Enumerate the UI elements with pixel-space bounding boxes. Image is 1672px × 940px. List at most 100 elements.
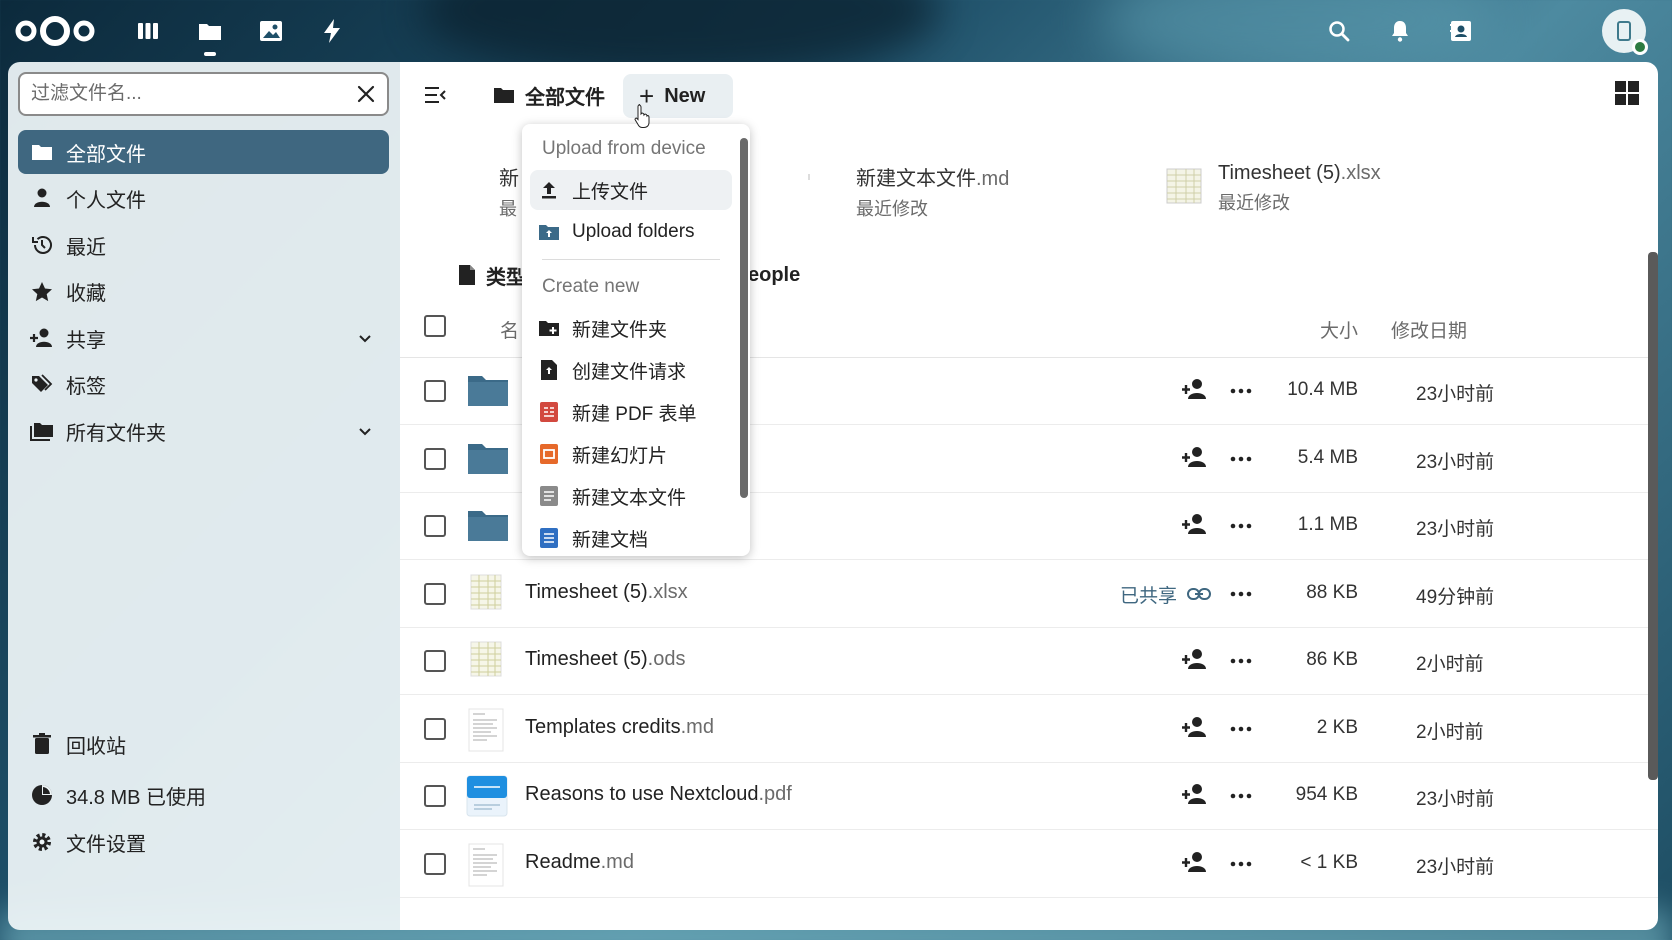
share-user-icon xyxy=(30,326,54,350)
more-actions-icon[interactable] xyxy=(1228,446,1254,472)
search-icon[interactable] xyxy=(1322,14,1356,48)
share-user-icon[interactable] xyxy=(1182,783,1208,809)
chevron-down-icon[interactable] xyxy=(355,421,375,441)
recent-file-card[interactable]: 新建文本文件.md 最近修改 xyxy=(802,162,1009,222)
file-name[interactable]: Timesheet (5).xlsx xyxy=(525,581,688,604)
file-modified-date: 23小时前 xyxy=(1416,519,1495,540)
row-checkbox[interactable] xyxy=(424,447,446,470)
row-checkbox[interactable] xyxy=(424,717,446,740)
recent-file-card[interactable]: 新 最 xyxy=(499,162,519,222)
row-checkbox[interactable] xyxy=(424,785,446,807)
nav-tags[interactable]: 标签 xyxy=(18,362,389,406)
toggle-navigation-icon[interactable] xyxy=(420,80,450,110)
recent-file-card[interactable]: Timesheet (5).xlsx 最近修改 xyxy=(1164,162,1381,222)
new-pdf-form-label: 新建 PDF 表单 xyxy=(572,403,697,425)
people-filter-chip[interactable]: eople xyxy=(748,258,800,292)
folder-upload-icon xyxy=(538,221,560,243)
row-checkbox[interactable] xyxy=(424,380,446,402)
share-user-icon[interactable] xyxy=(1182,716,1208,742)
breadcrumb-all-files[interactable]: 全部文件 xyxy=(493,78,605,112)
file-row[interactable]: Templates credits.md 2 KB 2小时前 xyxy=(400,696,1658,763)
sheet-file-icon xyxy=(466,640,510,682)
column-modified[interactable]: 修改日期 xyxy=(1391,316,1467,343)
more-actions-icon[interactable] xyxy=(1228,513,1254,539)
column-name[interactable]: 名 xyxy=(500,316,519,343)
clear-filter-icon[interactable] xyxy=(355,83,377,105)
row-checkbox[interactable] xyxy=(424,515,446,537)
type-filter-label: 类型 xyxy=(486,266,526,289)
share-user-icon[interactable] xyxy=(1182,648,1208,674)
photos-app-icon[interactable] xyxy=(254,14,288,48)
new-folder-item[interactable]: 新建文件夹 xyxy=(530,308,732,348)
pdf-file-icon xyxy=(466,775,510,817)
nav-personal-files[interactable]: 个人文件 xyxy=(18,176,389,220)
nav-shares[interactable]: 共享 xyxy=(18,316,389,360)
nav-all-files[interactable]: 全部文件 xyxy=(18,130,389,174)
shared-label: 已共享 xyxy=(1120,585,1178,607)
user-avatar[interactable] xyxy=(1602,9,1648,55)
recent-file-name: Timesheet (5).xlsx xyxy=(1218,162,1381,184)
select-all-checkbox[interactable] xyxy=(424,315,446,337)
file-modified-date: 23小时前 xyxy=(1416,384,1495,405)
new-pdf-form-item[interactable]: 新建 PDF 表单 xyxy=(530,392,732,432)
more-actions-icon[interactable] xyxy=(1228,581,1254,607)
file-name[interactable]: Readme.md xyxy=(525,851,634,874)
file-row[interactable]: Timesheet (5).xlsx 已共享 88 KB 49分钟前 xyxy=(400,561,1658,628)
text-file-icon xyxy=(538,485,560,507)
chevron-down-icon[interactable] xyxy=(355,328,375,348)
files-app-icon[interactable] xyxy=(193,14,227,56)
file-row[interactable]: Timesheet (5).ods 86 KB 2小时前 xyxy=(400,628,1658,695)
row-checkbox[interactable] xyxy=(424,582,446,605)
new-presentation-item[interactable]: 新建幻灯片 xyxy=(530,434,732,474)
nav-recent[interactable]: 最近 xyxy=(18,223,389,267)
more-actions-icon[interactable] xyxy=(1228,716,1254,742)
new-document-item[interactable]: 新建文档 xyxy=(530,518,732,556)
main-scrollbar[interactable] xyxy=(1648,252,1658,780)
document-icon xyxy=(538,527,560,549)
share-user-icon[interactable] xyxy=(1182,513,1208,539)
grid-view-icon[interactable] xyxy=(1614,80,1642,108)
upload-folders-item[interactable]: Upload folders xyxy=(530,212,732,252)
type-filter-chip[interactable]: 类型 xyxy=(458,258,526,292)
row-checkbox[interactable] xyxy=(424,852,446,875)
nav-tags-label: 标签 xyxy=(66,375,106,398)
user-icon xyxy=(30,186,54,210)
pdf-form-icon xyxy=(538,401,560,423)
nav-files-settings[interactable]: 文件设置 xyxy=(18,820,389,864)
file-modified-date: 2小时前 xyxy=(1416,654,1484,675)
nav-favorites[interactable]: 收藏 xyxy=(18,269,389,313)
file-row[interactable]: Reasons to use Nextcloud.pdf 954 KB 23小时前 xyxy=(400,763,1658,830)
nextcloud-logo[interactable] xyxy=(14,14,96,48)
share-user-icon[interactable] xyxy=(1182,378,1208,404)
file-name[interactable]: Reasons to use Nextcloud.pdf xyxy=(525,783,792,806)
more-actions-icon[interactable] xyxy=(1228,783,1254,809)
filter-filename-input[interactable] xyxy=(31,83,351,105)
nav-trash[interactable]: 回收站 xyxy=(18,722,389,766)
shared-link-button[interactable]: 已共享 xyxy=(1120,581,1212,608)
new-text-file-item[interactable]: 新建文本文件 xyxy=(530,476,732,516)
upload-file-item[interactable]: 上传文件 xyxy=(530,170,732,210)
file-request-item[interactable]: 创建文件请求 xyxy=(530,350,732,390)
storage-quota[interactable]: 34.8 MB 已使用 xyxy=(18,773,389,817)
presentation-icon xyxy=(538,443,560,465)
row-checkbox[interactable] xyxy=(424,650,446,672)
filter-filename-field[interactable] xyxy=(18,72,389,116)
file-row[interactable]: Readme.md < 1 KB 23小时前 xyxy=(400,831,1658,898)
file-request-label: 创建文件请求 xyxy=(572,361,687,383)
file-name[interactable]: Templates credits.md xyxy=(525,716,714,739)
more-actions-icon[interactable] xyxy=(1228,378,1254,404)
share-user-icon[interactable] xyxy=(1182,851,1208,877)
new-document-label: 新建文档 xyxy=(572,529,649,551)
more-actions-icon[interactable] xyxy=(1228,648,1254,674)
nav-all-folders[interactable]: 所有文件夹 xyxy=(18,409,389,453)
column-size[interactable]: 大小 xyxy=(1320,316,1358,343)
bell-icon[interactable] xyxy=(1383,14,1417,48)
more-actions-icon[interactable] xyxy=(1228,851,1254,877)
contacts-icon[interactable] xyxy=(1444,14,1478,48)
activity-app-icon[interactable] xyxy=(315,14,349,48)
dashboard-app-icon[interactable] xyxy=(131,14,165,48)
share-user-icon[interactable] xyxy=(1182,446,1208,472)
nav-files-settings-label: 文件设置 xyxy=(66,833,146,856)
menu-scrollbar[interactable] xyxy=(740,138,748,498)
file-name[interactable]: Timesheet (5).ods xyxy=(525,648,685,671)
